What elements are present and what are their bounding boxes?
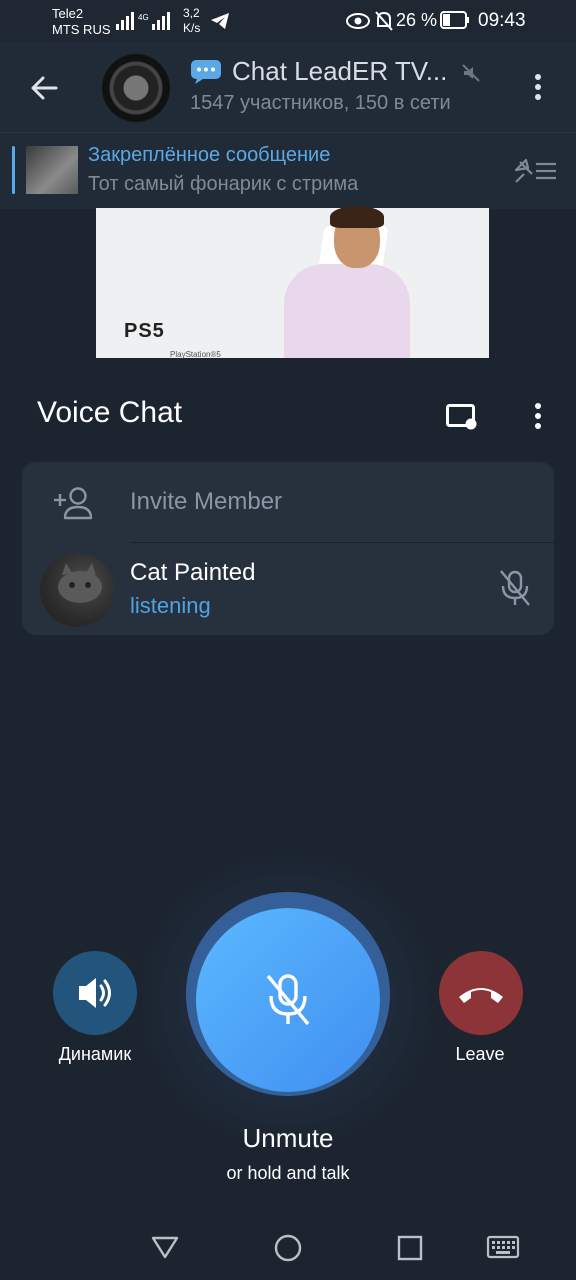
clock: 09:43 <box>478 10 526 31</box>
media-person-hair <box>330 206 384 228</box>
mic-off-icon[interactable] <box>496 568 534 608</box>
telegram-icon <box>211 13 229 29</box>
back-arrow-icon[interactable] <box>28 72 60 104</box>
speaker-button[interactable] <box>53 951 137 1035</box>
pip-icon[interactable] <box>446 404 478 430</box>
chat-title[interactable]: Chat LeadER TV... <box>232 56 447 87</box>
carrier-2: MTS RUS <box>52 22 111 37</box>
invite-member-button[interactable]: Invite Member <box>130 488 282 516</box>
voice-chat-title: Voice Chat <box>37 396 183 429</box>
svg-text:4G: 4G <box>138 13 149 22</box>
bell-off-icon <box>375 11 393 31</box>
leave-button[interactable] <box>439 951 523 1035</box>
more-menu-icon[interactable] <box>532 72 544 102</box>
speech-bubble-icon <box>191 60 221 84</box>
battery-percent: 26 % <box>396 10 438 30</box>
pinned-text: Тот самый фонарик с стрима <box>88 173 359 195</box>
signal-icon: 4G <box>116 12 170 30</box>
hang-up-icon <box>459 988 503 1003</box>
ps5-caption: PlayStation®5 <box>170 350 221 359</box>
mic-muted-icon <box>266 974 310 1026</box>
divider <box>130 542 554 543</box>
media-person-body <box>284 264 410 358</box>
participant-name[interactable]: Cat Painted <box>130 559 255 587</box>
nav-home-icon[interactable] <box>273 1233 303 1263</box>
pinned-title: Закреплённое сообщение <box>88 144 331 166</box>
pinned-indicator <box>12 146 15 194</box>
carrier-1: Tele2 <box>52 6 84 21</box>
speaker-label: Динамик <box>58 1044 132 1064</box>
keyboard-icon[interactable] <box>486 1234 520 1260</box>
speaker-icon <box>79 978 111 1008</box>
battery-icon <box>440 11 469 29</box>
muted-icon <box>462 64 480 82</box>
pinned-thumbnail <box>26 146 78 194</box>
leave-label: Leave <box>455 1044 505 1064</box>
net-speed: 3,2 K/s <box>183 6 200 36</box>
net-speed-unit: K/s <box>183 21 201 35</box>
nav-back-icon[interactable] <box>150 1234 180 1260</box>
add-user-icon[interactable] <box>52 486 94 520</box>
net-speed-value: 3,2 <box>183 6 200 20</box>
nav-recents-icon[interactable] <box>396 1234 424 1262</box>
carrier-info: Tele2 MTS RUS <box>52 6 111 38</box>
participant-status: listening <box>130 593 211 618</box>
chat-avatar[interactable] <box>102 54 170 122</box>
ps5-logo: PS5 <box>124 320 165 342</box>
unmute-label: Unmute <box>242 1123 334 1153</box>
participant-avatar[interactable] <box>40 553 114 627</box>
eye-icon <box>346 13 370 29</box>
hold-to-talk-hint: or hold and talk <box>226 1163 350 1183</box>
voice-chat-menu-icon[interactable] <box>532 402 544 430</box>
cat-art-icon <box>58 563 102 603</box>
chat-subtitle: 1547 участников, 150 в сети <box>190 92 451 114</box>
pinned-list-icon[interactable] <box>512 156 558 186</box>
